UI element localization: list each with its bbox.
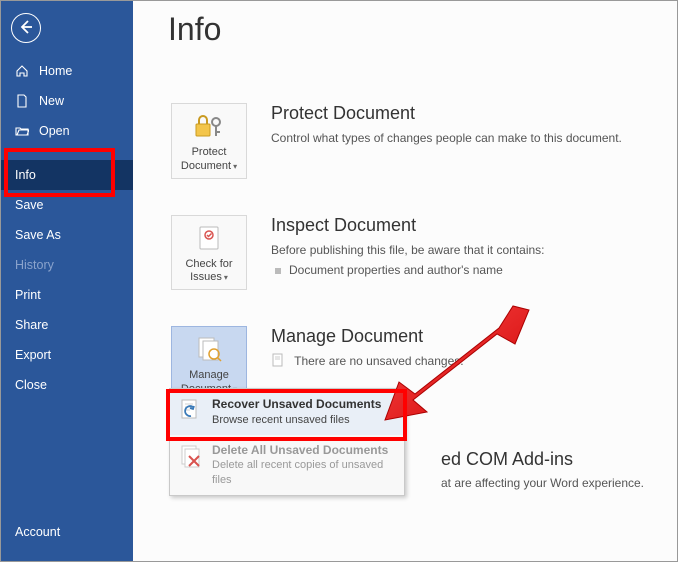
sidebar-item-save-as[interactable]: Save As (1, 220, 133, 250)
delete-all-unsaved-documents-item[interactable]: Delete All Unsaved Documents Delete all … (170, 435, 404, 495)
sidebar-item-info[interactable]: Info (1, 160, 133, 190)
tile-label: Manage (189, 369, 229, 381)
sidebar-item-label: Save (15, 198, 44, 212)
dropdown-item-text: Delete All Unsaved Documents Delete all … (212, 443, 396, 487)
lock-key-icon (174, 110, 244, 144)
check-for-issues-button[interactable]: Check for Issues▾ (171, 215, 247, 291)
sidebar-item-open[interactable]: Open (1, 116, 133, 146)
section-heading: Inspect Document (271, 215, 545, 236)
sidebar-item-print[interactable]: Print (1, 280, 133, 310)
sidebar-item-export[interactable]: Export (1, 340, 133, 370)
inspect-icon (174, 222, 244, 256)
section-desc: Control what types of changes people can… (271, 130, 622, 147)
doc-icon (271, 353, 285, 367)
new-icon (15, 94, 33, 108)
addins-desc-partial: at are affecting your Word experience. (441, 476, 644, 490)
dropdown-item-title: Delete All Unsaved Documents (212, 443, 396, 459)
sidebar-item-close[interactable]: Close (1, 370, 133, 400)
back-button[interactable] (11, 13, 41, 43)
bullet-text: Document properties and author's name (289, 263, 503, 277)
page-title: Info (168, 11, 677, 48)
section-desc: Before publishing this file, be aware th… (271, 242, 545, 259)
backstage-sidebar: Home New Open Info Save Save As History … (1, 1, 133, 561)
section-desc: There are no unsaved changes. (271, 353, 464, 370)
sidebar-bottom: Account (1, 517, 133, 547)
recover-unsaved-documents-item[interactable]: Recover Unsaved Documents Browse recent … (170, 389, 404, 435)
sidebar-item-new[interactable]: New (1, 86, 133, 116)
addins-heading-partial: ed COM Add-ins (441, 449, 644, 470)
sidebar-item-label: Export (15, 348, 51, 362)
section-protect: Protect Document▾ Protect Document Contr… (171, 103, 677, 179)
manage-doc-icon (174, 333, 244, 367)
section-body: Manage Document There are no unsaved cha… (271, 326, 464, 370)
sidebar-item-label: History (15, 258, 54, 272)
sidebar-item-label: Account (15, 525, 60, 539)
recover-icon (178, 397, 206, 425)
sidebar-item-share[interactable]: Share (1, 310, 133, 340)
sidebar-item-label: Close (15, 378, 47, 392)
tile-label: Document (181, 160, 231, 172)
manage-document-dropdown: Recover Unsaved Documents Browse recent … (169, 388, 405, 496)
section-body: Inspect Document Before publishing this … (271, 215, 545, 277)
manage-desc-text: There are no unsaved changes. (294, 354, 463, 368)
dropdown-item-sub: Delete all recent copies of unsaved file… (212, 458, 396, 487)
dropdown-item-sub: Browse recent unsaved files (212, 413, 381, 427)
delete-unsaved-icon (178, 443, 206, 471)
bullet-item: Document properties and author's name (271, 263, 545, 277)
sidebar-item-history: History (1, 250, 133, 280)
section-addins-partial: ed COM Add-ins at are affecting your Wor… (441, 449, 644, 490)
tile-label: Issues (190, 271, 222, 283)
chevron-down-icon: ▾ (233, 162, 237, 171)
back-arrow-icon (18, 19, 34, 38)
sidebar-item-label: Save As (15, 228, 61, 242)
section-body: Protect Document Control what types of c… (271, 103, 622, 147)
sidebar-item-label: Share (15, 318, 48, 332)
section-inspect: Check for Issues▾ Inspect Document Befor… (171, 215, 677, 291)
sidebar-item-label: New (39, 94, 64, 108)
home-icon (15, 64, 33, 78)
sidebar-item-label: Home (39, 64, 72, 78)
section-heading: Manage Document (271, 326, 464, 347)
chevron-down-icon: ▾ (224, 273, 228, 282)
open-icon (15, 124, 33, 138)
dropdown-item-title: Recover Unsaved Documents (212, 397, 381, 413)
sidebar-item-label: Info (15, 168, 36, 182)
sidebar-item-home[interactable]: Home (1, 56, 133, 86)
sidebar-item-account[interactable]: Account (1, 517, 133, 547)
sidebar-item-label: Open (39, 124, 70, 138)
sidebar-item-label: Print (15, 288, 41, 302)
tile-label: Check for (185, 258, 232, 270)
sidebar-item-save[interactable]: Save (1, 190, 133, 220)
protect-document-button[interactable]: Protect Document▾ (171, 103, 247, 179)
section-heading: Protect Document (271, 103, 622, 124)
bullet-icon (275, 268, 281, 274)
sidebar-nav: Home New Open Info Save Save As History … (1, 56, 133, 400)
tile-label: Protect (192, 146, 227, 158)
dropdown-item-text: Recover Unsaved Documents Browse recent … (212, 397, 381, 427)
